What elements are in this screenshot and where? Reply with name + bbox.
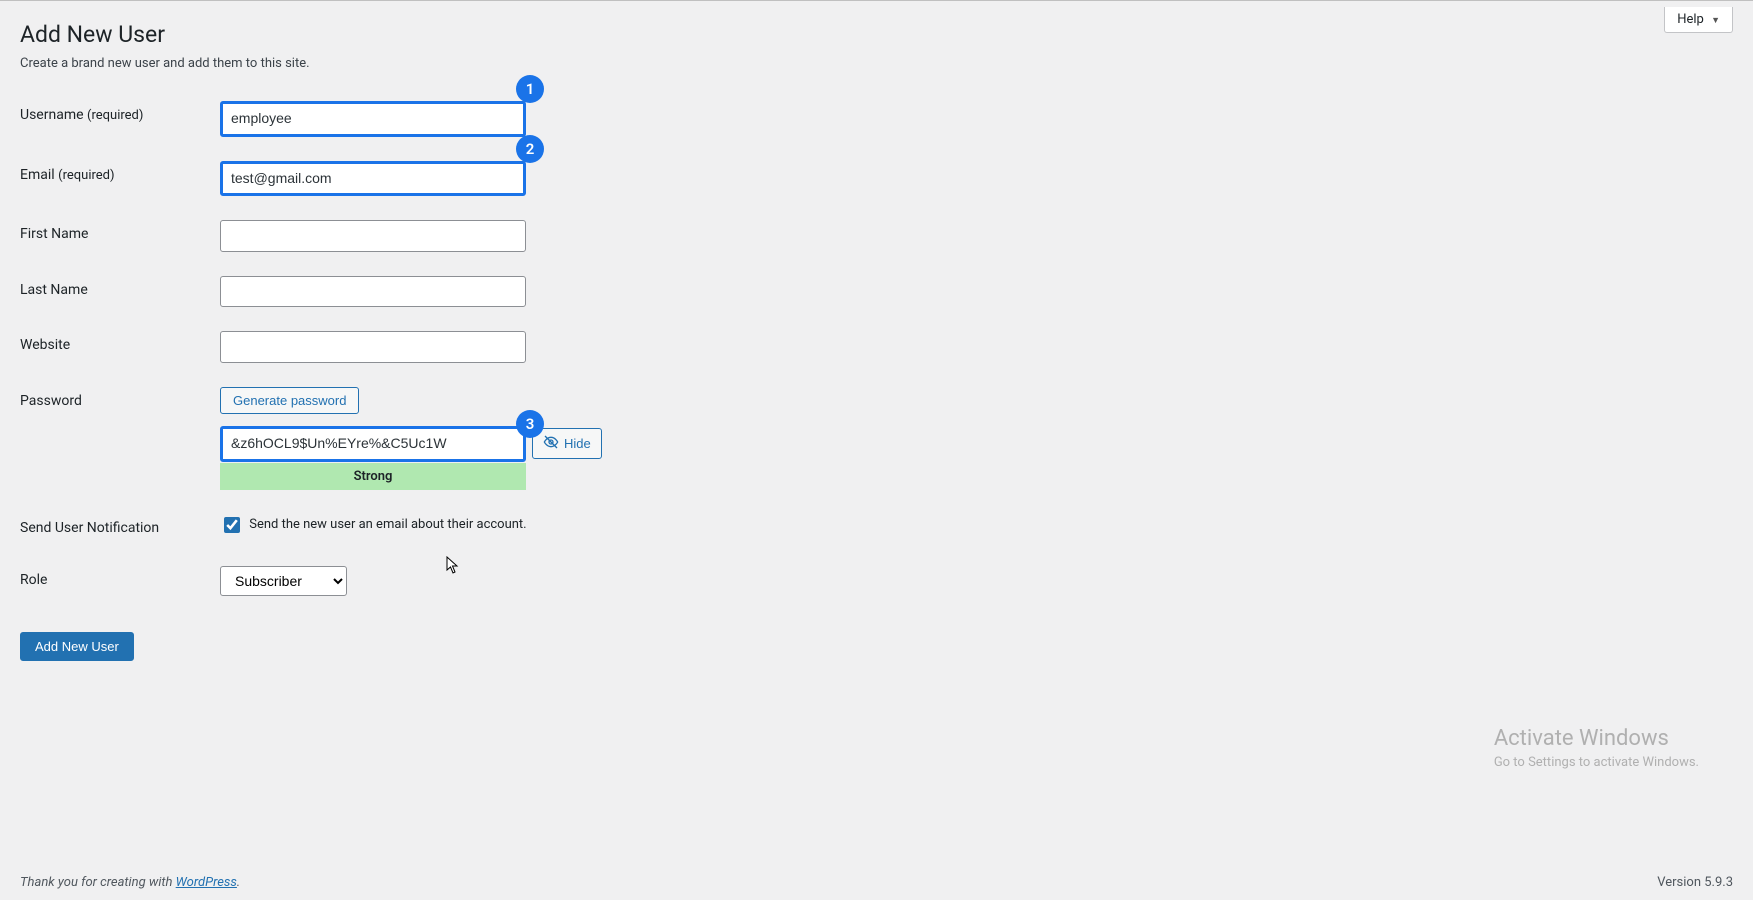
add-new-user-button[interactable]: Add New User <box>20 632 134 661</box>
help-label: Help <box>1677 12 1704 27</box>
page-title: Add New User <box>20 1 1733 56</box>
send-notification-row[interactable]: Send the new user an email about their a… <box>220 517 527 532</box>
website-label: Website <box>20 337 70 353</box>
callout-3: 3 <box>516 410 544 438</box>
role-label: Role <box>20 572 47 588</box>
version-text: Version 5.9.3 <box>1657 875 1733 890</box>
wordpress-link[interactable]: WordPress <box>176 875 237 890</box>
chevron-down-icon: ▼ <box>1711 16 1720 26</box>
send-notification-text: Send the new user an email about their a… <box>249 517 526 532</box>
email-label: Email <box>20 167 55 183</box>
username-input[interactable] <box>220 101 526 137</box>
role-select[interactable]: Subscriber <box>220 566 347 596</box>
send-notification-label: Send User Notification <box>20 520 159 536</box>
username-label: Username <box>20 107 84 123</box>
generate-password-button[interactable]: Generate password <box>220 387 359 414</box>
password-label: Password <box>20 393 82 409</box>
first-name-input[interactable] <box>220 220 526 252</box>
username-required: (required) <box>87 108 143 123</box>
eye-slash-icon <box>543 434 559 453</box>
hide-label: Hide <box>564 436 591 451</box>
email-input[interactable] <box>220 161 526 197</box>
last-name-input[interactable] <box>220 276 526 308</box>
watermark-title: Activate Windows <box>1494 726 1699 751</box>
website-input[interactable] <box>220 331 526 363</box>
email-required: (required) <box>58 168 114 183</box>
windows-activation-watermark: Activate Windows Go to Settings to activ… <box>1494 726 1699 770</box>
footer-prefix: Thank you for creating with <box>20 875 176 890</box>
send-notification-checkbox[interactable] <box>224 517 240 533</box>
watermark-sub: Go to Settings to activate Windows. <box>1494 755 1699 770</box>
page-subtitle: Create a brand new user and add them to … <box>20 56 1733 71</box>
first-name-label: First Name <box>20 226 88 242</box>
help-tab[interactable]: Help ▼ <box>1664 7 1733 33</box>
password-input[interactable] <box>220 426 526 462</box>
footer-suffix: . <box>237 875 240 890</box>
callout-2: 2 <box>516 135 544 163</box>
user-form: Username (required) 1 Email (required) 2… <box>20 89 1733 608</box>
hide-password-button[interactable]: Hide <box>532 428 602 459</box>
password-strength: Strong <box>220 463 526 490</box>
admin-footer: Thank you for creating with WordPress. V… <box>0 865 1753 900</box>
last-name-label: Last Name <box>20 282 88 298</box>
callout-1: 1 <box>516 75 544 103</box>
